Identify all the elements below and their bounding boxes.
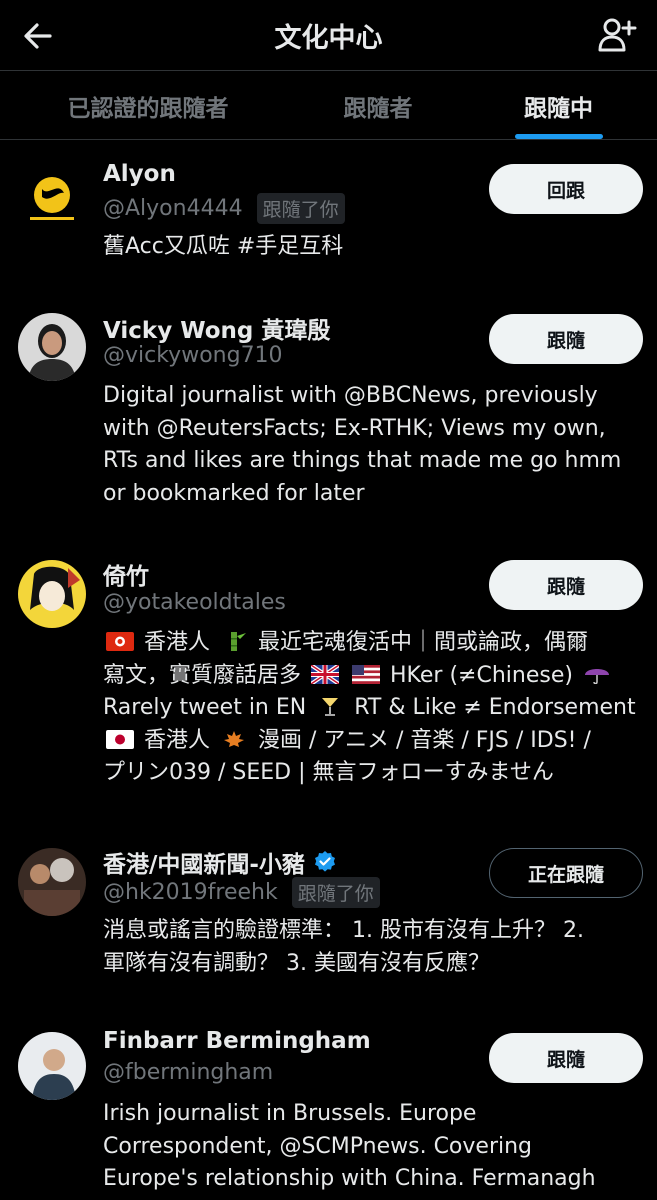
handle-line: @hk2019freehk 跟隨了你 xyxy=(103,877,380,908)
bio-line: 寫文，實質廢話居多 HKer (≠Chinese) xyxy=(103,660,648,693)
bio-line: 香港人 最近宅魂復活中｜間或論政，偶爾 xyxy=(103,627,648,660)
maple-leaf-icon xyxy=(224,730,245,747)
bio-text: 香港人 xyxy=(144,727,211,753)
tab-label: 跟隨中 xyxy=(524,96,593,122)
bio-text: 最近宅魂復活中｜間或論政，偶爾 xyxy=(258,630,589,655)
user-bio: 舊Acc又瓜咗 #手足互科 xyxy=(103,234,344,259)
user-name: 香港/中國新聞-小豬 xyxy=(103,845,337,879)
tab-bar: 已認證的跟隨者 跟隨者 跟隨中 xyxy=(0,70,657,140)
tab-followers[interactable]: 跟隨者 xyxy=(296,71,460,141)
active-tab-indicator xyxy=(515,134,603,139)
bio-line: Rarely tweet in EN RT & Like ≠ Endorseme… xyxy=(103,692,648,725)
uk-flag-icon xyxy=(311,664,340,684)
avatar[interactable] xyxy=(18,167,86,235)
follow-back-button[interactable]: 回跟 xyxy=(489,164,643,214)
follow-button[interactable]: 跟隨 xyxy=(489,314,643,364)
user-row[interactable]: 香港/中國新聞-小豬 @hk2019freehk 跟隨了你 消息或謠言的驗證標準… xyxy=(0,840,657,1020)
bio-line: 消息或謠言的驗證標準： 1. 股市有沒有上升？ 2. xyxy=(103,918,584,943)
user-handle: @yotakeoldtales xyxy=(103,590,286,615)
following-screen: 文化中心 已認證的跟隨者 跟隨者 跟隨中 Alyon @Alyon4444 跟隨… xyxy=(0,0,657,1200)
bio-line: or bookmarked for later xyxy=(103,480,365,506)
user-handle: @fbermingham xyxy=(103,1060,274,1085)
following-button[interactable]: 正在跟隨 xyxy=(489,848,643,898)
follows-you-badge: 跟隨了你 xyxy=(256,193,345,224)
bio-line: RTs and likes are things that made me go… xyxy=(103,448,622,473)
bio-text: 香港人 xyxy=(144,630,211,655)
user-name: Vicky Wong 黃瑋殷 xyxy=(103,318,331,344)
bio-text: RT & Like ≠ Endorsement xyxy=(354,695,636,720)
user-handle: @hk2019freehk xyxy=(103,880,278,905)
user-row[interactable]: Finbarr Bermingham @fbermingham Irish jo… xyxy=(0,1020,657,1200)
tab-label: 已認證的跟隨者 xyxy=(67,96,229,122)
user-name: Alyon xyxy=(103,161,176,187)
verified-badge-icon xyxy=(314,851,335,872)
handle-line: @yotakeoldtales xyxy=(103,590,286,615)
avatar[interactable] xyxy=(18,560,86,628)
add-user-button[interactable] xyxy=(597,16,637,54)
follow-button[interactable]: 跟隨 xyxy=(489,1033,643,1083)
bio-line: Irish journalist in Brussels. Europe xyxy=(103,1101,477,1126)
bio-line: Correspondent, @SCMPnews. Covering xyxy=(103,1133,533,1159)
bio-line: 軍隊有沒有調動？ 3. 美國有沒有反應？ xyxy=(103,950,490,976)
user-name: Finbarr Bermingham xyxy=(103,1028,371,1054)
bio-line: Digital journalist with @BBCNews, previo… xyxy=(103,383,598,408)
handle-line: @fbermingham xyxy=(103,1060,273,1085)
umbrella-icon xyxy=(584,668,609,684)
tab-following[interactable]: 跟隨中 xyxy=(460,71,657,141)
follow-button[interactable]: 跟隨 xyxy=(489,560,643,610)
user-bio: 香港人 最近宅魂復活中｜間或論政，偶爾 寫文，實質廢話居多 HKer (≠Chi… xyxy=(103,627,648,790)
japan-flag-icon xyxy=(106,729,134,749)
avatar[interactable] xyxy=(18,1032,86,1100)
user-row[interactable]: Vicky Wong 黃瑋殷 @vickywong710 Digital jou… xyxy=(0,290,657,540)
user-row[interactable]: Alyon @Alyon4444 跟隨了你 舊Acc又瓜咗 #手足互科 回跟 xyxy=(0,140,657,290)
avatar[interactable] xyxy=(18,848,86,916)
user-handle: @vickywong710 xyxy=(103,343,283,368)
bio-line: プリン039 / SEED | 無言フォローすみません xyxy=(103,760,554,785)
bio-text: 寫文，實質廢話居多 xyxy=(103,662,302,688)
bamboo-icon xyxy=(231,632,247,651)
cocktail-icon xyxy=(322,698,339,716)
top-bar: 文化中心 xyxy=(0,0,657,70)
bio-text: Rarely tweet in EN xyxy=(103,695,307,720)
hong-kong-flag-icon xyxy=(106,632,134,651)
user-name: 倚竹 xyxy=(103,564,149,590)
bio-line: with @ReutersFacts; Ex-RTHK; Views my ow… xyxy=(103,415,606,441)
bio-line: Europe's relationship with China. Ferman… xyxy=(103,1166,596,1191)
tab-verified-followers[interactable]: 已認證的跟隨者 xyxy=(0,71,296,141)
handle-line: @vickywong710 xyxy=(103,343,283,368)
bio-text: HKer (≠Chinese) xyxy=(390,662,573,688)
user-bio: Digital journalist with @BBCNews, previo… xyxy=(103,380,648,510)
user-row[interactable]: 倚竹 @yotakeoldtales 香港人 最近宅魂復活中｜間或論政，偶爾 寫… xyxy=(0,540,657,840)
tab-label: 跟隨者 xyxy=(343,96,413,122)
bio-text: 漫画 / アニメ / 音楽 / FJS / IDS! / xyxy=(258,727,591,753)
person-add-icon xyxy=(598,18,637,52)
user-bio: 消息或謠言的驗證標準： 1. 股市有沒有上升？ 2. 軍隊有沒有調動？ 3. 美… xyxy=(103,915,648,980)
page-title: 文化中心 xyxy=(274,23,383,54)
user-bio: Irish journalist in Brussels. Europe Cor… xyxy=(103,1098,648,1196)
follows-you-badge: 跟隨了你 xyxy=(291,877,380,908)
handle-line: @Alyon4444 跟隨了你 xyxy=(103,193,345,224)
user-handle: @Alyon4444 xyxy=(103,196,243,221)
avatar[interactable] xyxy=(18,313,86,381)
bio-line: 香港人 漫画 / アニメ / 音楽 / FJS / IDS! / xyxy=(103,725,648,758)
user-name-text: 香港/中國新聞-小豬 xyxy=(103,852,305,878)
us-flag-icon xyxy=(352,664,381,684)
